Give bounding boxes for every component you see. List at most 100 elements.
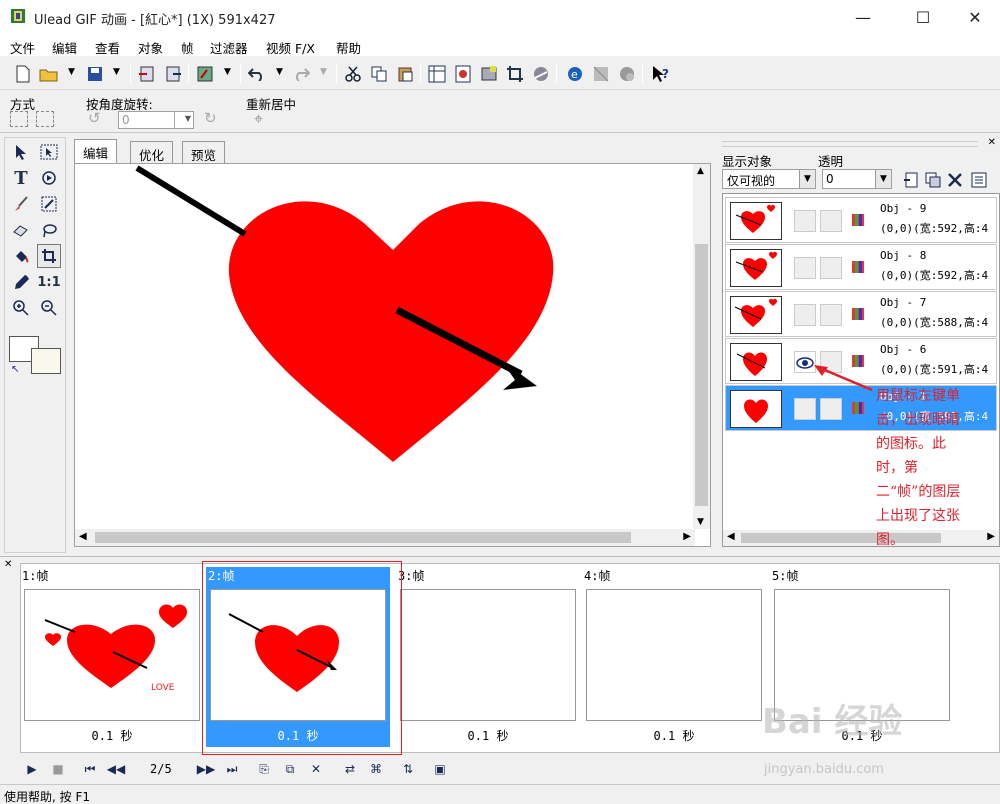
effect-icon[interactable]	[530, 63, 552, 85]
zoom-out-tool-icon[interactable]	[37, 296, 61, 320]
extract-icon[interactable]	[162, 63, 184, 85]
open-folder-icon[interactable]	[38, 63, 60, 85]
actual-size-tool-icon[interactable]: 1:1	[37, 270, 61, 294]
object-select-tool-icon[interactable]	[37, 140, 61, 164]
object-lock-toggle[interactable]	[820, 210, 842, 232]
object-lock-toggle[interactable]	[820, 257, 842, 279]
object-lock-toggle[interactable]	[820, 304, 842, 326]
canvas-vertical-scrollbar[interactable]: ▲ ▼	[693, 164, 710, 529]
add-frame-icon[interactable]: ⎘	[254, 760, 274, 778]
export-dropdown-icon[interactable]: ▼	[224, 67, 231, 77]
magic-wand-tool-icon[interactable]	[37, 192, 61, 216]
redo-dropdown-icon[interactable]: ▼	[320, 67, 327, 77]
maximize-button[interactable]: ☐	[900, 0, 946, 34]
export-icon[interactable]	[194, 63, 216, 85]
reverse-frames-icon[interactable]: ⇅	[398, 760, 418, 778]
save-dropdown-icon[interactable]: ▼	[113, 67, 120, 77]
play-icon[interactable]: ▶	[22, 760, 42, 778]
menu-help[interactable]: 帮助	[336, 38, 361, 57]
background-color-swatch[interactable]	[31, 348, 61, 374]
tab-preview[interactable]: 预览	[182, 141, 226, 165]
tab-optimize[interactable]: 优化	[130, 141, 174, 165]
eyedropper-tool-icon[interactable]	[9, 270, 33, 294]
swap-colors-icon[interactable]: ↖	[11, 364, 19, 375]
context-help-icon[interactable]: ?	[650, 63, 672, 85]
eraser-tool-icon[interactable]	[9, 218, 33, 242]
menu-video-fx[interactable]: 视频 F/X	[266, 38, 315, 57]
frame-4[interactable]: 4:帧 0.1 秒	[582, 567, 766, 747]
close-button[interactable]: ✕	[952, 0, 998, 34]
object-row[interactable]: Obj - 7 (0,0)(宽:588,高:4	[725, 291, 997, 337]
last-frame-icon[interactable]: ⏭	[222, 760, 242, 778]
save-icon[interactable]	[84, 63, 106, 85]
select-mode-alt-icon[interactable]	[36, 111, 54, 127]
menu-filter[interactable]: 过滤器	[210, 38, 248, 57]
frame-props-icon[interactable]	[426, 63, 448, 85]
optimize-icon[interactable]	[452, 63, 474, 85]
rotate-left-icon[interactable]: ↺	[88, 109, 101, 127]
undo-icon[interactable]	[246, 63, 268, 85]
frame-1[interactable]: 1:帧 LOVE 0.1 秒	[20, 567, 204, 747]
delete-frame-icon[interactable]: ✕	[306, 760, 326, 778]
add-object-icon[interactable]	[900, 169, 922, 191]
text-tool-icon[interactable]: T	[9, 166, 33, 190]
open-dropdown-icon[interactable]: ▼	[68, 67, 75, 77]
panel-close-icon[interactable]: ✕	[988, 137, 996, 148]
recenter-icon[interactable]: ⌖	[254, 109, 263, 129]
image-icon[interactable]	[478, 63, 500, 85]
object-row[interactable]: Obj - 9 (0,0)(宽:592,高:4	[725, 197, 997, 243]
menu-frame[interactable]: 帧	[181, 38, 194, 57]
frame-manager-icon[interactable]: ▣	[430, 760, 450, 778]
cut-icon[interactable]	[342, 63, 364, 85]
undo-dropdown-icon[interactable]: ▼	[276, 67, 283, 77]
tween-icon[interactable]: ⇄	[340, 760, 360, 778]
disabled-tool-icon[interactable]	[590, 63, 612, 85]
object-row[interactable]: Obj - 8 (0,0)(宽:592,高:4	[725, 244, 997, 290]
object-visibility-toggle[interactable]	[794, 398, 816, 420]
copy-icon[interactable]	[368, 63, 390, 85]
frame-3[interactable]: 3:帧 0.1 秒	[396, 567, 580, 747]
crop-tool-icon[interactable]	[37, 244, 61, 268]
paint-bucket-tool-icon[interactable]	[9, 244, 33, 268]
object-lock-toggle[interactable]	[820, 398, 842, 420]
opacity-spinner[interactable]: 0 ▼	[822, 169, 892, 189]
crop-icon[interactable]	[504, 63, 526, 85]
select-mode-icon[interactable]	[10, 111, 28, 127]
object-properties-icon[interactable]	[968, 169, 990, 191]
frame-panel-close-icon[interactable]: ✕	[4, 559, 12, 570]
menu-view[interactable]: 查看	[95, 38, 120, 57]
object-visibility-toggle[interactable]	[794, 257, 816, 279]
new-file-icon[interactable]	[12, 63, 34, 85]
tab-edit[interactable]: 编辑	[74, 139, 118, 165]
stop-icon[interactable]: ■	[48, 760, 68, 778]
rotate-right-icon[interactable]: ↻	[204, 109, 217, 127]
add-image-icon[interactable]	[136, 63, 158, 85]
lasso-tool-icon[interactable]	[37, 218, 61, 242]
frame-properties-icon[interactable]: ⌘	[366, 760, 386, 778]
delete-object-icon[interactable]	[944, 169, 966, 191]
paste-icon[interactable]	[394, 63, 416, 85]
rotate-angle-spinner[interactable]: 0 ▼	[118, 111, 194, 129]
minimize-button[interactable]: —	[840, 0, 886, 34]
display-objects-select[interactable]: 仅可视的 ▼	[722, 169, 816, 189]
menu-object[interactable]: 对象	[138, 38, 163, 57]
first-frame-icon[interactable]: ⏮	[80, 760, 100, 778]
duplicate-object-icon[interactable]	[922, 169, 944, 191]
arrow-head	[501, 360, 537, 390]
image-canvas[interactable]: ▲ ▼ ◀ ▶	[74, 163, 711, 547]
zoom-in-tool-icon[interactable]	[9, 296, 33, 320]
duplicate-frame-icon[interactable]: ⧉	[280, 760, 300, 778]
browser-preview-icon[interactable]: e	[564, 63, 586, 85]
object-visibility-toggle[interactable]	[794, 210, 816, 232]
menu-file[interactable]: 文件	[10, 38, 35, 57]
transform-tool-icon[interactable]	[37, 166, 61, 190]
brush-tool-icon[interactable]	[9, 192, 33, 216]
pointer-tool-icon[interactable]	[9, 140, 33, 164]
object-visibility-toggle[interactable]	[794, 304, 816, 326]
canvas-horizontal-scrollbar[interactable]: ◀ ▶	[75, 529, 695, 546]
menu-edit[interactable]: 编辑	[52, 38, 77, 57]
next-frame-icon[interactable]: ▶▶	[196, 760, 216, 778]
previous-frame-icon[interactable]: ◀◀	[106, 760, 126, 778]
web-icon[interactable]	[616, 63, 638, 85]
redo-icon[interactable]	[290, 63, 312, 85]
